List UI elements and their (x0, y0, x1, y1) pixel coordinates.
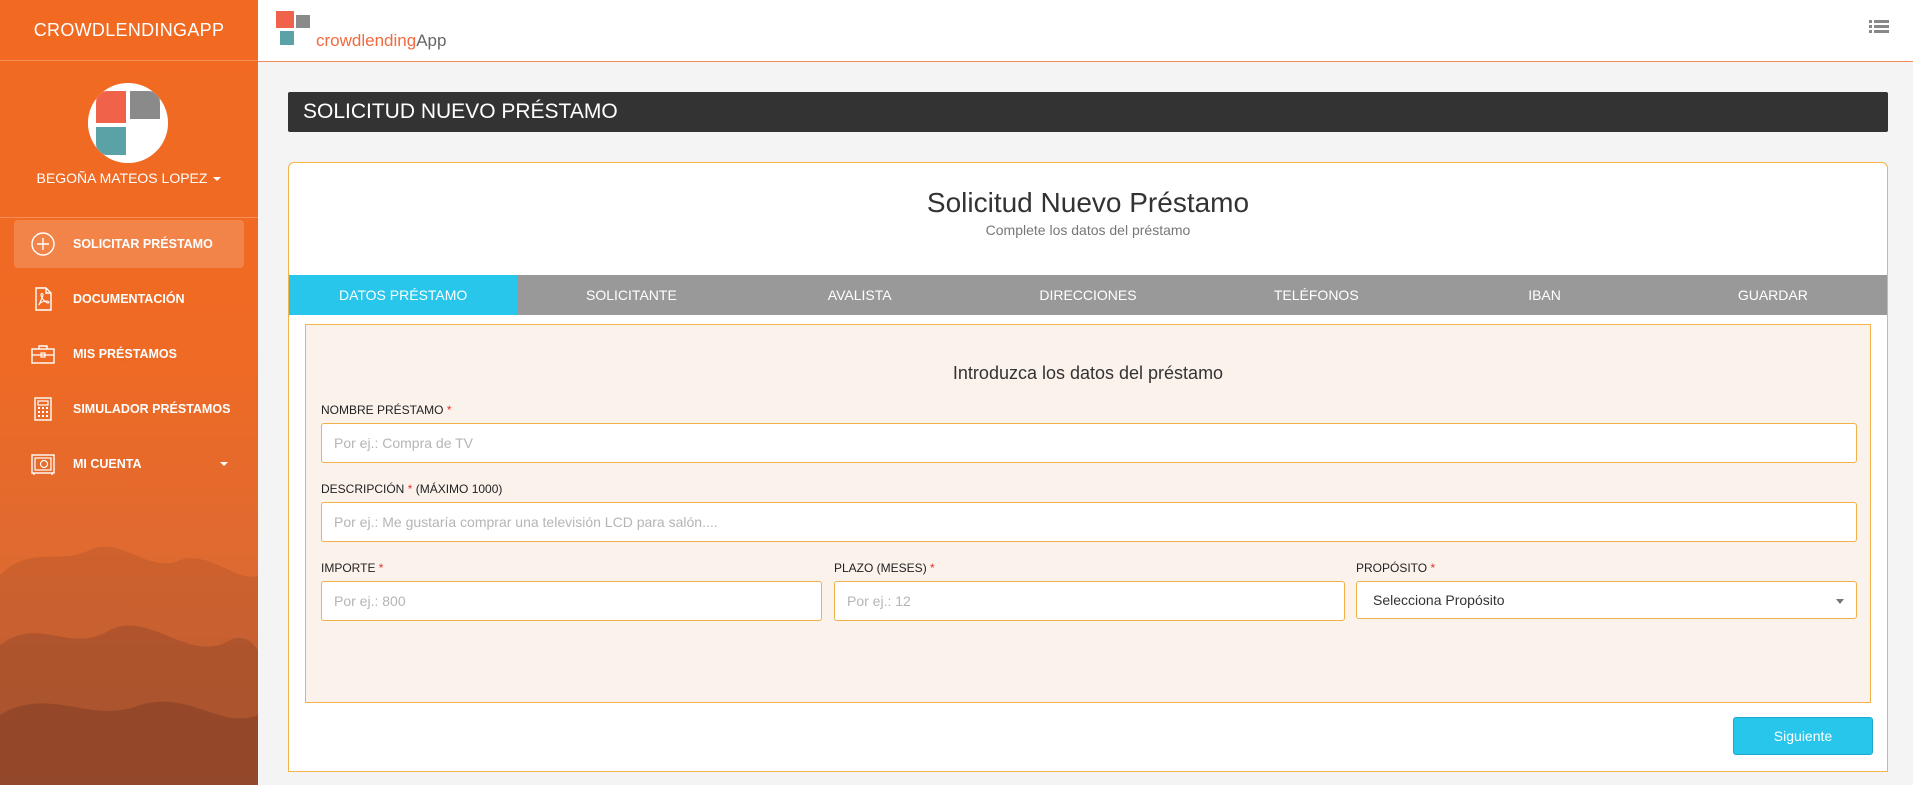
sidebar-item-label: DOCUMENTACIÓN (73, 292, 185, 306)
sidebar-background-image (0, 546, 258, 785)
chevron-down-icon (1836, 599, 1844, 604)
chevron-down-icon (220, 462, 228, 466)
calculator-icon (30, 396, 56, 422)
plazo-meses-input[interactable] (834, 581, 1345, 621)
card-title: Solicitud Nuevo Préstamo (926, 187, 1250, 218)
app-logo-icon (88, 83, 168, 163)
page-title: SOLICITUD NUEVO PRÉSTAMO (288, 92, 1888, 132)
sidebar-item-mis-prestamos[interactable]: MIS PRÉSTAMOS (14, 330, 244, 378)
required-marker: * (930, 561, 935, 575)
required-marker: * (378, 561, 384, 575)
descripcion-max-note: (MÁXIMO 1000) (415, 482, 503, 496)
importe-input[interactable] (321, 581, 822, 621)
user-menu-toggle[interactable]: BEGOÑA MATEOS LOPEZ (0, 170, 258, 186)
sidebar-item-label: MIS PRÉSTAMOS (73, 347, 177, 361)
proposito-label-text: PROPÓSITO (1356, 561, 1428, 575)
plazo-label: PLAZO (MESES) * (834, 561, 935, 575)
pdf-document-icon (30, 286, 56, 312)
card-subtitle: Complete los datos del préstamo (985, 222, 1191, 238)
logo-squares-icon (276, 11, 310, 45)
importe-label-text: IMPORTE (321, 561, 376, 575)
logo-text-app: App (416, 31, 447, 50)
proposito-label: PROPÓSITO * (1356, 561, 1435, 575)
user-name: BEGOÑA MATEOS LOPEZ (36, 170, 208, 186)
sidebar-item-solicitar-prestamo[interactable]: SOLICITAR PRÉSTAMO (14, 220, 244, 268)
tab-iban[interactable]: IBAN (1430, 275, 1658, 315)
plazo-label-text: PLAZO (MESES) (834, 561, 927, 575)
tab-datos-prestamo[interactable]: DATOS PRÉSTAMO (289, 275, 518, 315)
list-menu-icon[interactable] (1869, 19, 1889, 37)
sidebar-item-simulador-prestamos[interactable]: SIMULADOR PRÉSTAMOS (14, 385, 244, 433)
tab-guardar[interactable]: GUARDAR (1659, 275, 1887, 315)
loan-request-card: Solicitud Nuevo Préstamo Complete los da… (288, 162, 1888, 772)
topbar: crowdlendingApp (258, 0, 1913, 62)
required-marker: * (446, 403, 452, 417)
sidebar-item-label: SIMULADOR PRÉSTAMOS (73, 402, 231, 416)
descripcion-label-text: DESCRIPCIÓN (321, 482, 405, 496)
sidebar: CROWDLENDINGAPP BEGOÑA MATEOS LOPEZ SOLI… (0, 0, 258, 785)
user-profile (0, 61, 258, 218)
safe-icon (30, 451, 56, 477)
nombre-prestamo-input[interactable] (321, 423, 1857, 463)
briefcase-icon (30, 341, 56, 367)
sidebar-item-mi-cuenta[interactable]: MI CUENTA (14, 440, 244, 488)
descripcion-label: DESCRIPCIÓN * (MÁXIMO 1000) (321, 482, 502, 496)
logo-text-crowdlending: crowdlending (316, 31, 417, 50)
descripcion-input[interactable] (321, 502, 1857, 542)
sidebar-item-documentacion[interactable]: DOCUMENTACIÓN (14, 275, 244, 323)
tab-telefonos[interactable]: TELÉFONOS (1202, 275, 1430, 315)
form-heading: Introduzca los datos del préstamo (952, 363, 1224, 383)
app-brand[interactable]: CROWDLENDINGAPP (0, 0, 258, 61)
importe-label: IMPORTE * (321, 561, 383, 575)
sidebar-nav: SOLICITAR PRÉSTAMO DOCUMENTACIÓN MIS PRÉ… (0, 220, 258, 495)
sidebar-item-label: MI CUENTA (73, 457, 142, 471)
avatar (88, 83, 168, 163)
nombre-label-text: NOMBRE PRÉSTAMO (321, 403, 444, 417)
proposito-selected-value: Selecciona Propósito (1373, 592, 1505, 608)
sidebar-item-label: SOLICITAR PRÉSTAMO (73, 237, 213, 251)
nombre-label: NOMBRE PRÉSTAMO * (321, 403, 451, 417)
next-button[interactable]: Siguiente (1733, 717, 1873, 755)
header-logo[interactable]: crowdlendingApp (276, 11, 446, 51)
tab-solicitante[interactable]: SOLICITANTE (517, 275, 745, 315)
plus-circle-icon (30, 231, 56, 257)
loan-data-form: Introduzca los datos del préstamo NOMBRE… (305, 324, 1871, 703)
logo-text: crowdlendingApp (316, 31, 446, 51)
wizard-tabs: DATOS PRÉSTAMO SOLICITANTE AVALISTA DIRE… (289, 275, 1887, 315)
tab-avalista[interactable]: AVALISTA (746, 275, 974, 315)
proposito-select[interactable]: Selecciona Propósito (1356, 581, 1857, 619)
tab-direcciones[interactable]: DIRECCIONES (974, 275, 1202, 315)
required-marker: * (1430, 561, 1436, 575)
required-marker: * (407, 482, 413, 496)
caret-down-icon (213, 177, 222, 182)
